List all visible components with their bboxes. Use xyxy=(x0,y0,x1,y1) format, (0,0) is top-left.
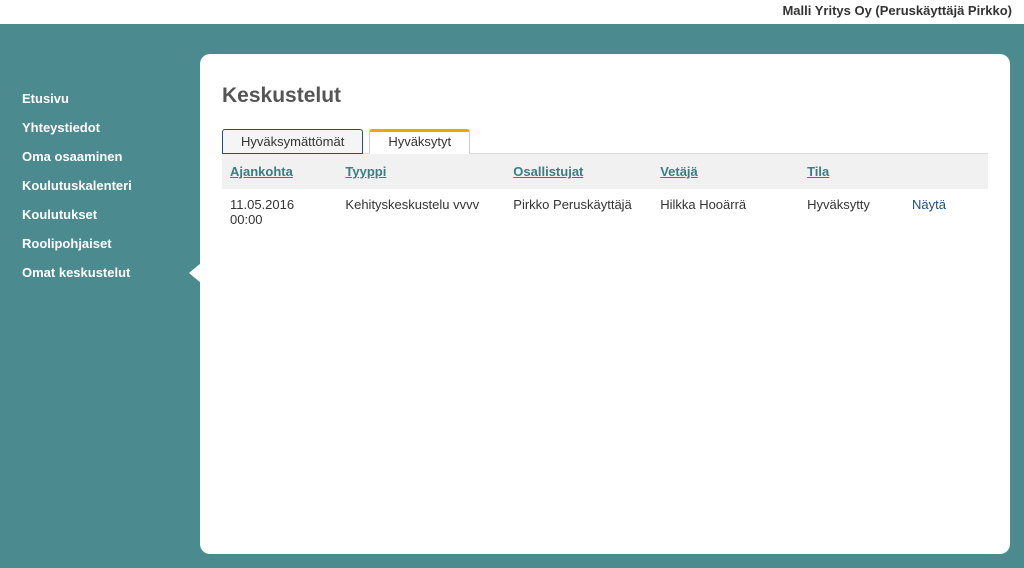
sidebar-item-omat-keskustelut[interactable]: Omat keskustelut xyxy=(0,258,200,287)
col-header-status[interactable]: Tila xyxy=(799,154,904,189)
tab-strip: Hyväksymättömät Hyväksytyt xyxy=(222,128,988,154)
sidebar-item-roolipohjaiset[interactable]: Roolipohjaiset xyxy=(0,229,200,258)
sidebar-item-koulutukset[interactable]: Koulutukset xyxy=(0,200,200,229)
cell-participants: Pirkko Peruskäyttäjä xyxy=(505,189,652,235)
cell-action: Näytä xyxy=(904,189,988,235)
cell-type: Kehityskeskustelu vvvv xyxy=(337,189,505,235)
show-link[interactable]: Näytä xyxy=(912,197,946,212)
sidebar-item-koulutuskalenteri[interactable]: Koulutuskalenteri xyxy=(0,171,200,200)
discussions-table: Ajankohta Tyyppi Osallistujat Vetäjä Til… xyxy=(222,154,988,235)
col-header-leader[interactable]: Vetäjä xyxy=(652,154,799,189)
sidebar-item-oma-osaaminen[interactable]: Oma osaaminen xyxy=(0,142,200,171)
sidebar-item-label: Omat keskustelut xyxy=(22,265,130,280)
page-title: Keskustelut xyxy=(222,84,988,108)
sidebar-item-label: Yhteystiedot xyxy=(22,120,100,135)
sidebar: Etusivu Yhteystiedot Oma osaaminen Koulu… xyxy=(0,24,200,568)
sidebar-item-label: Koulutuskalenteri xyxy=(22,178,132,193)
sidebar-item-label: Oma osaaminen xyxy=(22,149,122,164)
tab-label: Hyväksytyt xyxy=(388,134,451,149)
sidebar-item-label: Etusivu xyxy=(22,91,69,106)
col-header-participants[interactable]: Osallistujat xyxy=(505,154,652,189)
table-row: 11.05.2016 00:00 Kehityskeskustelu vvvv … xyxy=(222,189,988,235)
sidebar-item-label: Roolipohjaiset xyxy=(22,236,112,251)
sidebar-item-etusivu[interactable]: Etusivu xyxy=(0,84,200,113)
cell-time: 11.05.2016 00:00 xyxy=(222,189,337,235)
content-wrap: Keskustelut Hyväksymättömät Hyväksytyt A… xyxy=(200,24,1024,568)
content-panel: Keskustelut Hyväksymättömät Hyväksytyt A… xyxy=(200,54,1010,554)
tab-label: Hyväksymättömät xyxy=(241,134,344,149)
user-context-bar: Malli Yritys Oy (Peruskäyttäjä Pirkko) xyxy=(0,0,1024,24)
cell-status: Hyväksytty xyxy=(799,189,904,235)
tab-hyvaksymattomat[interactable]: Hyväksymättömät xyxy=(222,129,363,154)
tab-hyvaksytyt[interactable]: Hyväksytyt xyxy=(369,129,470,154)
user-context: Malli Yritys Oy (Peruskäyttäjä Pirkko) xyxy=(782,3,1012,18)
cell-leader: Hilkka Hooärrä xyxy=(652,189,799,235)
main-area: Etusivu Yhteystiedot Oma osaaminen Koulu… xyxy=(0,24,1024,568)
col-header-type[interactable]: Tyyppi xyxy=(337,154,505,189)
col-header-time[interactable]: Ajankohta xyxy=(222,154,337,189)
table-header-row: Ajankohta Tyyppi Osallistujat Vetäjä Til… xyxy=(222,154,988,189)
sidebar-item-label: Koulutukset xyxy=(22,207,97,222)
col-header-action xyxy=(904,154,988,189)
sidebar-item-yhteystiedot[interactable]: Yhteystiedot xyxy=(0,113,200,142)
